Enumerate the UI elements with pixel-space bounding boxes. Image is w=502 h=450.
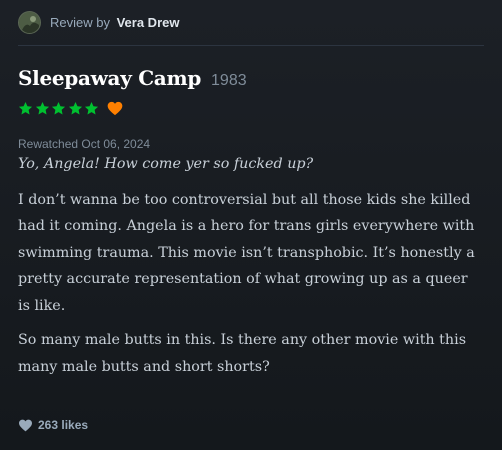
review-body: Yo, Angela! How come yer so fucked up? I… bbox=[18, 151, 484, 380]
review-quote: Yo, Angela! How come yer so fucked up? bbox=[18, 156, 314, 172]
review-by-label: Review by bbox=[50, 15, 110, 30]
film-year[interactable]: 1983 bbox=[211, 72, 247, 90]
star-icon bbox=[51, 101, 66, 114]
star-icon bbox=[18, 101, 33, 114]
star-rating bbox=[18, 101, 101, 116]
likes-row[interactable]: 263 likes bbox=[18, 418, 88, 432]
review-paragraph: I don’t wanna be too controversial but a… bbox=[18, 191, 475, 314]
star-icon bbox=[84, 101, 99, 114]
likes-count[interactable]: 263 likes bbox=[38, 418, 88, 432]
rating-row bbox=[18, 99, 484, 117]
title-row: Sleepaway Camp 1983 bbox=[18, 66, 484, 90]
heart-icon bbox=[107, 101, 122, 115]
heart-icon bbox=[19, 419, 32, 431]
author-name[interactable]: Vera Drew bbox=[117, 15, 180, 30]
review-paragraph: So many male butts in this. Is there any… bbox=[18, 332, 467, 375]
avatar[interactable] bbox=[18, 11, 41, 34]
star-icon bbox=[35, 101, 49, 114]
film-title[interactable]: Sleepaway Camp bbox=[18, 66, 201, 90]
review-attribution: Review by Vera Drew bbox=[50, 15, 179, 30]
review-card: Review by Vera Drew Sleepaway Camp 1983 … bbox=[0, 0, 502, 450]
review-header: Review by Vera Drew bbox=[18, 0, 484, 46]
rewatched-date: Rewatched Oct 06, 2024 bbox=[18, 137, 151, 151]
star-icon bbox=[68, 101, 82, 114]
